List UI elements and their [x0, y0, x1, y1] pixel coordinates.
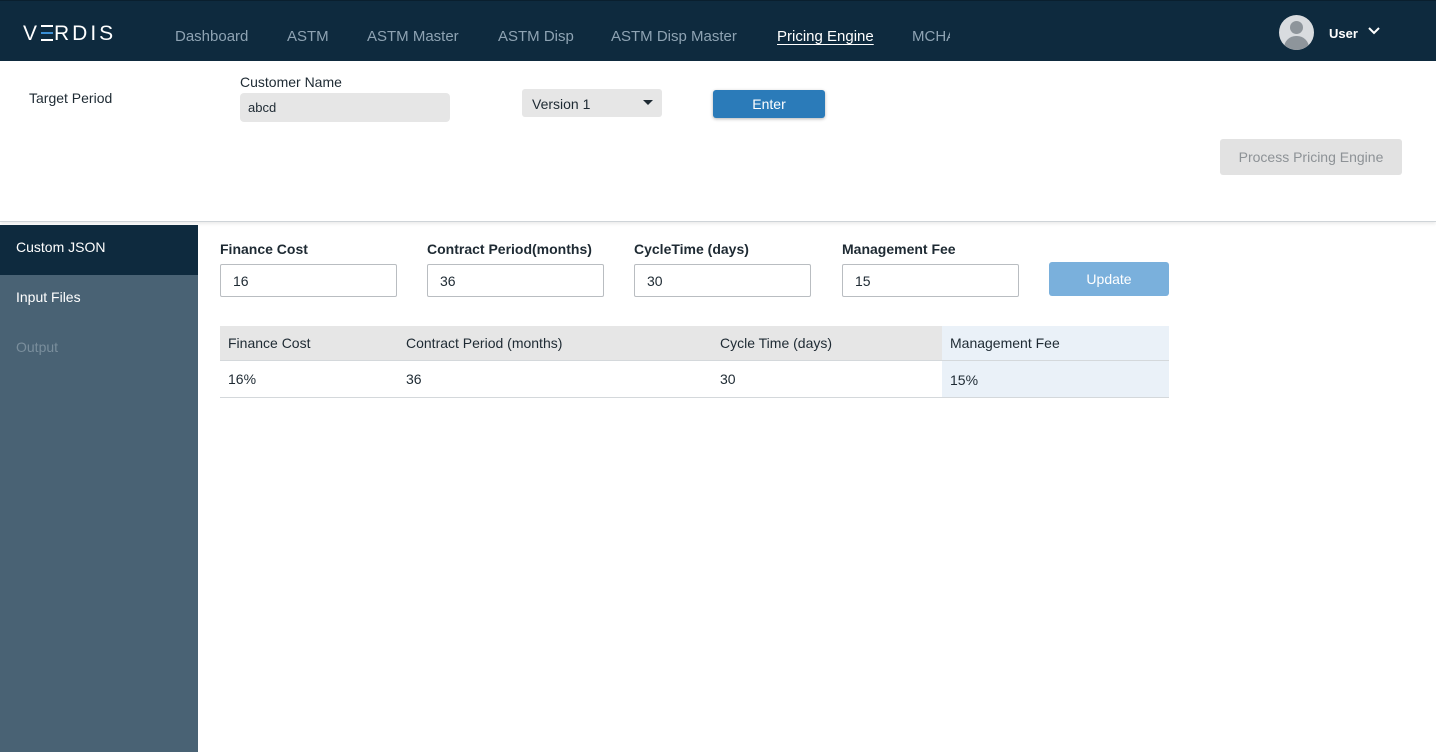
management-fee-label: Management Fee	[842, 241, 956, 257]
contract-period-input[interactable]	[427, 264, 604, 297]
main-nav: Dashboard ASTM ASTM Master ASTM Disp AST…	[175, 1, 950, 62]
table-row: 16% 36 30 15%	[220, 360, 1169, 398]
top-navigation-bar: V RDIS Dashboard ASTM ASTM Master ASTM Di…	[0, 0, 1436, 61]
table-header-management-fee: Management Fee	[942, 326, 1169, 361]
table-header-finance-cost: Finance Cost	[220, 326, 398, 361]
sidebar-item-custom-json[interactable]: Custom JSON	[0, 225, 198, 275]
customer-name-input[interactable]	[240, 93, 450, 122]
nav-item-pricing-engine-label: Pricing Engine	[777, 28, 874, 45]
finance-cost-label: Finance Cost	[220, 241, 308, 257]
pricing-form-panel: Target Period Customer Name Version 1 En…	[0, 61, 1436, 222]
sidebar-item-input-files[interactable]: Input Files	[0, 275, 198, 325]
table-header-row: Finance Cost Contract Period (months) Cy…	[220, 326, 1169, 361]
contract-period-label: Contract Period(months)	[427, 241, 592, 257]
table-header-contract-period: Contract Period (months)	[398, 326, 712, 361]
customer-name-label: Customer Name	[240, 74, 342, 90]
sidebar-item-output: Output	[16, 339, 59, 355]
target-period-label: Target Period	[29, 90, 113, 106]
user-avatar-icon[interactable]	[1279, 15, 1314, 50]
table-cell-management-fee: 15%	[942, 360, 1169, 398]
verdis-logo[interactable]: V RDIS	[23, 22, 116, 46]
logo-e-mark	[41, 25, 54, 41]
nav-item-pricing-engine[interactable]: Pricing Engine	[777, 28, 874, 45]
cycle-time-input[interactable]	[634, 264, 811, 297]
table-header-cycle-time: Cycle Time (days)	[712, 326, 942, 361]
nav-item-astm-disp-master[interactable]: ASTM Disp Master	[611, 28, 737, 45]
nav-item-dashboard[interactable]: Dashboard	[175, 28, 248, 45]
pricing-summary-table: Finance Cost Contract Period (months) Cy…	[220, 326, 1169, 398]
chevron-down-icon[interactable]	[1367, 26, 1381, 36]
sidebar: Custom JSON Input Files Output	[0, 225, 198, 752]
cycle-time-label: CycleTime (days)	[634, 241, 749, 257]
nav-item-astm-master[interactable]: ASTM Master	[367, 28, 459, 45]
enter-button[interactable]: Enter	[713, 90, 825, 118]
process-pricing-engine-button[interactable]: Process Pricing Engine	[1220, 139, 1402, 175]
nav-item-mcha[interactable]: MCHA	[912, 28, 950, 45]
table-cell-cycle-time: 30	[712, 360, 942, 398]
finance-cost-input[interactable]	[220, 264, 397, 297]
version-select-value: Version 1	[532, 96, 591, 112]
version-select[interactable]: Version 1	[522, 89, 662, 117]
dropdown-caret-icon	[643, 100, 653, 105]
table-cell-contract-period: 36	[398, 360, 712, 398]
update-button[interactable]: Update	[1049, 262, 1169, 296]
nav-item-astm-disp[interactable]: ASTM Disp	[498, 28, 574, 45]
nav-item-astm[interactable]: ASTM	[287, 28, 329, 45]
user-name[interactable]: User	[1329, 26, 1358, 41]
management-fee-input[interactable]	[842, 264, 1019, 297]
table-cell-finance-cost: 16%	[220, 360, 398, 398]
